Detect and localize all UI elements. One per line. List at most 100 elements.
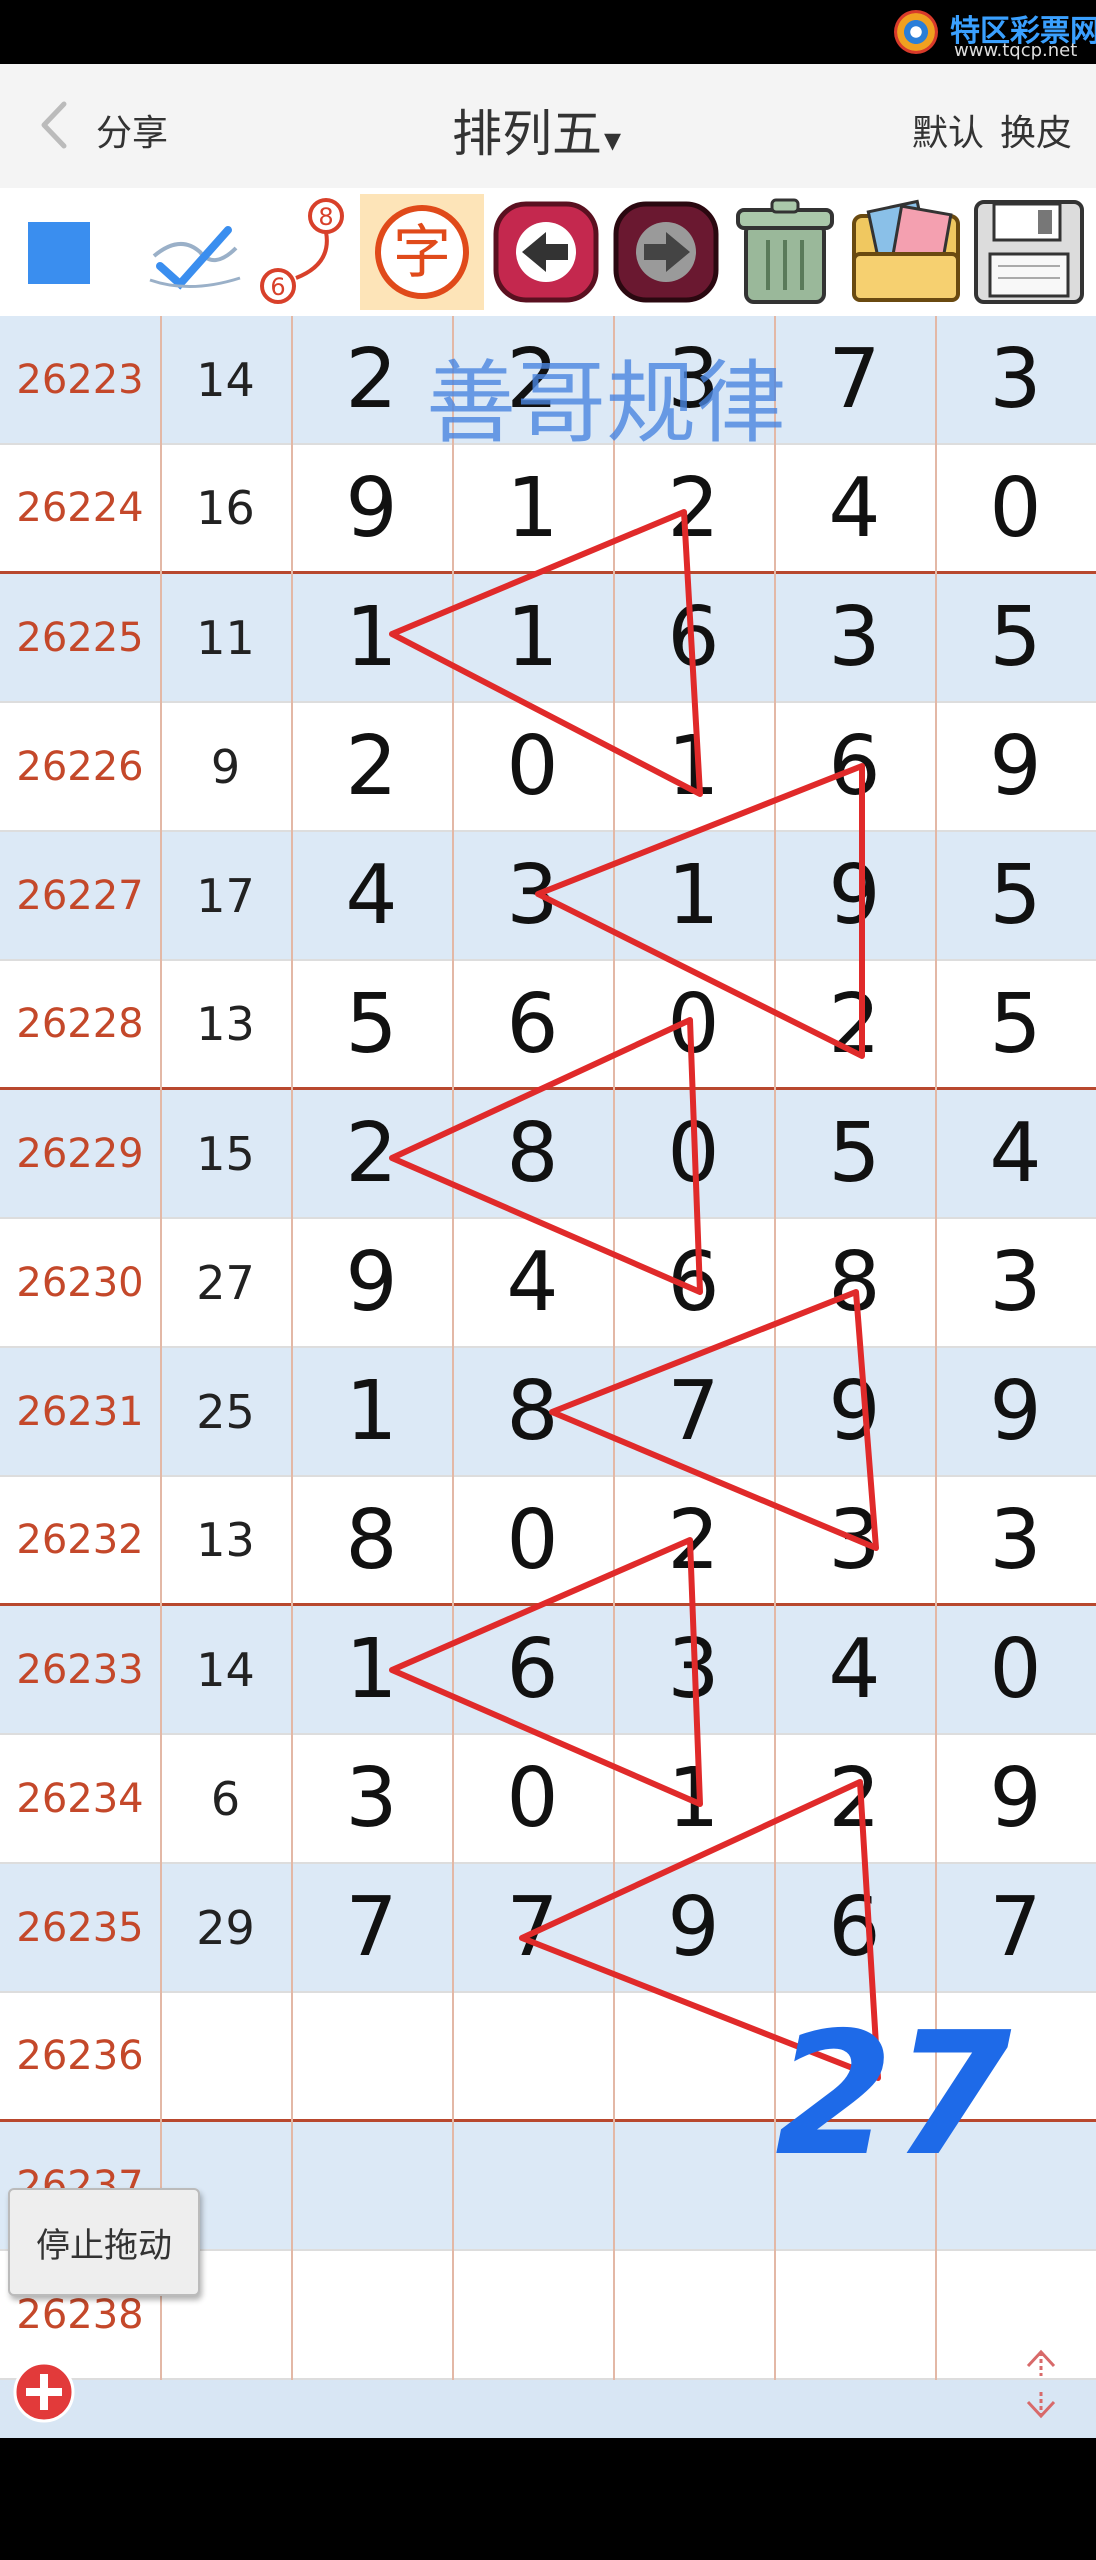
pen-tick-icon[interactable] [140, 194, 250, 310]
digit-cell[interactable]: 0 [613, 1090, 774, 1217]
table-row[interactable]: 26232 13 8 0 2 3 3 [0, 1477, 1096, 1606]
digit-cell[interactable]: 4 [774, 1606, 935, 1733]
digit-cell[interactable] [452, 2251, 613, 2378]
add-circle-icon[interactable] [12, 2360, 76, 2424]
digit-cell[interactable]: 3 [935, 1477, 1096, 1603]
redo-arrow-icon[interactable] [610, 194, 722, 310]
digit-cell[interactable] [613, 1993, 774, 2119]
digit-cell[interactable]: 7 [774, 316, 935, 443]
digit-cell[interactable] [613, 2251, 774, 2378]
digit-cell[interactable] [774, 2251, 935, 2378]
table-row[interactable]: 26234 6 3 0 1 2 9 [0, 1735, 1096, 1864]
digit-cell[interactable]: 3 [291, 1735, 452, 1862]
digit-cell[interactable]: 9 [613, 1864, 774, 1991]
digit-cell[interactable]: 9 [774, 832, 935, 959]
table-row[interactable]: 26230 27 9 4 6 8 3 [0, 1219, 1096, 1348]
resize-arrows-icon[interactable] [1014, 2346, 1068, 2422]
digit-cell[interactable]: 7 [291, 1864, 452, 1991]
floppy-save-icon[interactable] [968, 194, 1090, 310]
table-row[interactable]: 26235 29 7 7 9 6 7 [0, 1864, 1096, 1993]
digit-cell[interactable]: 6 [452, 1606, 613, 1733]
digit-cell[interactable]: 1 [613, 703, 774, 830]
digit-cell[interactable]: 2 [774, 961, 935, 1087]
digit-cell[interactable]: 1 [291, 1348, 452, 1475]
digit-cell[interactable]: 9 [291, 1219, 452, 1346]
back-chevron-icon[interactable] [30, 98, 84, 152]
digit-cell[interactable]: 2 [613, 445, 774, 571]
digit-cell[interactable]: 0 [452, 1477, 613, 1603]
digit-cell[interactable]: 4 [935, 1090, 1096, 1217]
digit-cell[interactable]: 5 [935, 832, 1096, 959]
digit-cell[interactable]: 5 [935, 574, 1096, 701]
digit-cell[interactable]: 4 [291, 832, 452, 959]
digit-cell[interactable]: 6 [774, 1864, 935, 1991]
digit-cell[interactable]: 8 [452, 1090, 613, 1217]
digit-cell[interactable]: 2 [291, 703, 452, 830]
digit-cell[interactable]: 8 [291, 1477, 452, 1603]
default-button[interactable]: 默认 [912, 104, 984, 156]
digit-cell[interactable]: 2 [613, 1477, 774, 1603]
digit-cell[interactable]: 1 [613, 1735, 774, 1862]
stop-drag-button[interactable]: 停止拖动 [8, 2188, 200, 2296]
digit-cell[interactable]: 7 [452, 1864, 613, 1991]
digit-cell[interactable]: 7 [613, 1348, 774, 1475]
digit-cell[interactable]: 5 [291, 961, 452, 1087]
table-row[interactable]: 26233 14 1 6 3 4 0 [0, 1606, 1096, 1735]
trash-icon[interactable] [726, 194, 844, 310]
change-skin-button[interactable]: 换皮 [1000, 104, 1072, 156]
digit-cell[interactable] [291, 2122, 452, 2249]
undo-arrow-icon[interactable] [490, 194, 602, 310]
digit-cell[interactable]: 3 [774, 1477, 935, 1603]
digit-cell[interactable]: 5 [774, 1090, 935, 1217]
digit-cell[interactable]: 9 [935, 703, 1096, 830]
digit-cell[interactable]: 1 [452, 574, 613, 701]
digit-cell[interactable]: 3 [452, 832, 613, 959]
digit-cell[interactable] [452, 2122, 613, 2249]
character-tool-icon[interactable]: 字 [360, 194, 484, 310]
digit-cell[interactable]: 6 [774, 703, 935, 830]
digit-cell[interactable] [291, 1993, 452, 2119]
digit-cell[interactable] [291, 2251, 452, 2378]
digit-cell[interactable]: 0 [613, 961, 774, 1087]
table-row[interactable]: 26224 16 9 1 2 4 0 [0, 445, 1096, 574]
table-row[interactable]: 26225 11 1 1 6 3 5 [0, 574, 1096, 703]
digit-cell[interactable]: 1 [452, 445, 613, 571]
digit-cell[interactable]: 6 [452, 961, 613, 1087]
digit-cell[interactable]: 6 [613, 1219, 774, 1346]
digit-cell[interactable]: 7 [935, 1864, 1096, 1991]
digit-cell[interactable] [613, 2122, 774, 2249]
digit-cell[interactable]: 0 [452, 703, 613, 830]
digit-cell[interactable]: 9 [291, 445, 452, 571]
table-row[interactable]: 26231 25 1 8 7 9 9 [0, 1348, 1096, 1477]
digit-cell[interactable]: 9 [935, 1348, 1096, 1475]
digit-cell[interactable]: 5 [935, 961, 1096, 1087]
digit-cell[interactable]: 1 [291, 1606, 452, 1733]
digit-cell[interactable]: 0 [452, 1735, 613, 1862]
digit-cell[interactable]: 0 [935, 1606, 1096, 1733]
digit-cell[interactable]: 6 [613, 574, 774, 701]
share-button[interactable]: 分享 [96, 104, 168, 156]
table-row[interactable]: 26227 17 4 3 1 9 5 [0, 832, 1096, 961]
digit-cell[interactable]: 3 [774, 574, 935, 701]
digit-cell[interactable]: 2 [291, 1090, 452, 1217]
digit-cell[interactable]: 4 [452, 1219, 613, 1346]
color-square-tool[interactable] [28, 222, 90, 284]
digit-cell[interactable]: 8 [774, 1219, 935, 1346]
digit-cell[interactable]: 3 [935, 316, 1096, 443]
digit-cell[interactable]: 2 [774, 1735, 935, 1862]
digit-cell[interactable]: 4 [774, 445, 935, 571]
route-icon[interactable]: 8 6 [256, 194, 356, 310]
digit-cell[interactable] [452, 1993, 613, 2119]
digit-cell[interactable]: 9 [935, 1735, 1096, 1862]
digit-cell[interactable]: 1 [613, 832, 774, 959]
digit-cell[interactable]: 8 [452, 1348, 613, 1475]
photo-folder-icon[interactable] [846, 194, 966, 310]
digit-cell[interactable]: 9 [774, 1348, 935, 1475]
digit-cell[interactable]: 3 [613, 1606, 774, 1733]
table-row[interactable]: 26226 9 2 0 1 6 9 [0, 703, 1096, 832]
digit-cell[interactable]: 3 [935, 1219, 1096, 1346]
table-row[interactable]: 26229 15 2 8 0 5 4 [0, 1090, 1096, 1219]
lottery-selector[interactable]: 排列五▾ [452, 94, 621, 166]
digit-cell[interactable]: 1 [291, 574, 452, 701]
table-row[interactable]: 26228 13 5 6 0 2 5 [0, 961, 1096, 1090]
